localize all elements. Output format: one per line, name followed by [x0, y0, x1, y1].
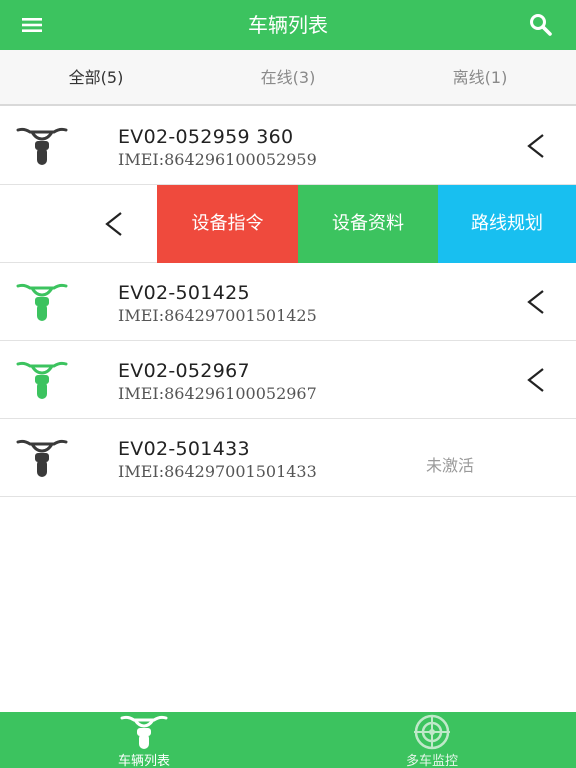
filter-tabs: 全部(5) 在线(3) 离线(1): [0, 50, 576, 106]
vehicle-row[interactable]: EV02-052959 360 IMEI:864296100052959: [0, 107, 576, 185]
vehicle-name: EV02-501433: [118, 438, 250, 460]
status-badge: 未激活: [426, 456, 475, 475]
tab-online[interactable]: 在线(3): [192, 50, 384, 104]
chevron-left-icon[interactable]: [104, 211, 124, 237]
device-command-button[interactable]: 设备指令: [157, 185, 298, 263]
chevron-left-icon[interactable]: [526, 367, 546, 393]
vehicle-list: EV02-052959 360 IMEI:864296100052959 设备指…: [0, 107, 576, 497]
bike-icon: [16, 439, 68, 477]
chevron-left-icon[interactable]: [526, 133, 546, 159]
vehicle-imei: IMEI:864297001501425: [118, 306, 317, 325]
nav-multi-monitor[interactable]: 多车监控: [288, 712, 576, 768]
vehicle-imei: IMEI:864296100052967: [118, 384, 317, 403]
vehicle-row[interactable]: EV02-052967 IMEI:864296100052967: [0, 341, 576, 419]
vehicle-row[interactable]: EV02-501433 IMEI:864297001501433 未激活: [0, 419, 576, 497]
vehicle-imei: IMEI:864297001501433: [118, 462, 317, 481]
menu-icon[interactable]: [18, 13, 50, 37]
nav-label: 车辆列表: [117, 754, 170, 768]
vehicle-name: EV02-052959 360: [118, 126, 294, 148]
nav-label: 多车监控: [405, 754, 458, 768]
tab-offline[interactable]: 离线(1): [384, 50, 576, 104]
swipe-actions-row: 设备指令 设备资料 路线规划: [0, 185, 576, 263]
bike-icon: [120, 715, 168, 749]
bike-icon: [16, 361, 68, 399]
vehicle-row[interactable]: EV02-501425 IMEI:864297001501425: [0, 263, 576, 341]
bottom-nav: 车辆列表 多车监控: [0, 712, 576, 768]
swipe-action-group: 设备指令 设备资料 路线规划: [157, 185, 576, 263]
device-info-button[interactable]: 设备资料: [298, 185, 438, 263]
header-bar: 车辆列表: [0, 0, 576, 50]
search-icon[interactable]: [526, 11, 556, 39]
vehicle-name: EV02-501425: [118, 282, 250, 304]
bike-icon: [16, 283, 68, 321]
tab-all[interactable]: 全部(5): [0, 50, 192, 104]
radar-icon: [414, 714, 450, 750]
vehicle-name: EV02-052967: [118, 360, 250, 382]
page-title: 车辆列表: [248, 13, 328, 37]
chevron-left-icon[interactable]: [526, 289, 546, 315]
vehicle-imei: IMEI:864296100052959: [118, 150, 317, 169]
route-planning-button[interactable]: 路线规划: [438, 185, 576, 263]
bike-icon: [16, 127, 68, 165]
nav-vehicle-list[interactable]: 车辆列表: [0, 712, 288, 768]
